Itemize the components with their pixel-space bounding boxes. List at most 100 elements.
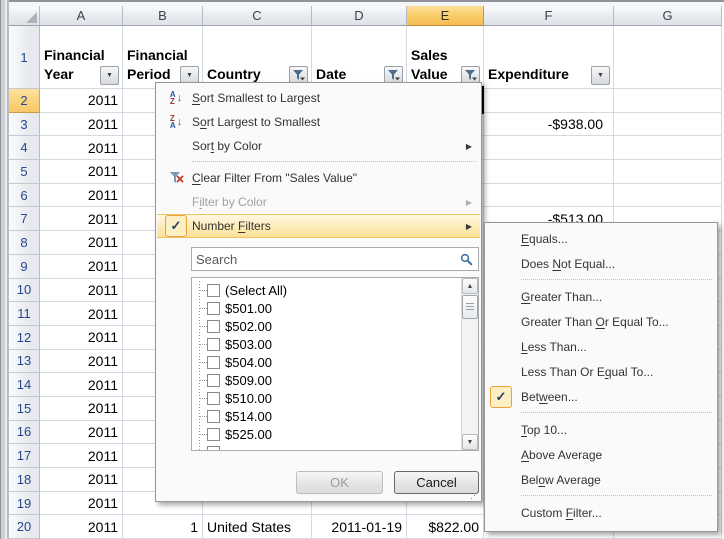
submenu-item-between[interactable]: ✓Between... [485,384,717,409]
cell-a16[interactable]: 2011 [40,421,123,445]
row-header-14[interactable]: 14 [9,373,40,397]
cell-a18[interactable]: 2011 [40,468,123,492]
cell-a13[interactable]: 2011 [40,350,123,374]
row-header-12[interactable]: 12 [9,326,40,350]
cell-f1-expenditure[interactable]: Expenditure ▼ [484,26,614,89]
filter-list-item-partial[interactable] [192,443,461,451]
row-header-18[interactable]: 18 [9,468,40,492]
filter-list-item[interactable]: $501.00 [192,299,461,317]
cell-g3[interactable] [614,113,722,137]
submenu-item-greater-than[interactable]: Greater Than... [485,284,717,309]
column-header-d[interactable]: D [312,6,407,26]
menu-item-number-filters[interactable]: ✓Number Filters▶ [157,214,480,238]
row-header-7[interactable]: 7 [9,207,40,231]
cell-a4[interactable]: 2011 [40,136,123,160]
submenu-item-greater-than-or-equal-to[interactable]: Greater Than Or Equal To... [485,309,717,334]
filter-list-item[interactable]: $514.00 [192,407,461,425]
cell-c20[interactable]: United States [203,515,312,539]
column-header-f[interactable]: F [484,6,614,26]
filter-list-item[interactable]: $510.00 [192,389,461,407]
column-header-c[interactable]: C [203,6,312,26]
resize-grip-icon[interactable]: ⋰ [470,490,479,501]
cell-b20[interactable]: 1 [123,515,203,539]
submenu-item-below-average[interactable]: Below Average [485,467,717,492]
cell-f2[interactable] [484,89,614,113]
row-header-20[interactable]: 20 [9,515,40,539]
row-header-10[interactable]: 10 [9,279,40,303]
menu-item-sort-by-color[interactable]: Sort by Color▶ [157,134,480,158]
scroll-up-button[interactable]: ▲ [462,278,478,294]
cell-e1-sales-value[interactable]: SalesValue [407,26,484,89]
row-header-13[interactable]: 13 [9,350,40,374]
cell-a17[interactable]: 2011 [40,444,123,468]
filter-search-box[interactable] [191,247,479,271]
search-icon[interactable] [460,253,473,266]
cell-a6[interactable]: 2011 [40,184,123,208]
checkbox-unchecked[interactable] [207,302,220,315]
checkbox-unchecked[interactable] [207,338,220,351]
filter-list-item[interactable]: $504.00 [192,353,461,371]
cell-f4[interactable] [484,136,614,160]
cell-f6[interactable] [484,184,614,208]
select-all-corner[interactable] [9,6,40,26]
cell-a2[interactable]: 2011 [40,89,123,113]
cell-a3[interactable]: 2011 [40,113,123,137]
checkbox-unchecked[interactable] [207,320,220,333]
checkbox-unchecked[interactable] [207,284,220,297]
column-header-b[interactable]: B [123,6,203,26]
cell-a5[interactable]: 2011 [40,160,123,184]
cell-a7[interactable]: 2011 [40,207,123,231]
cell-g5[interactable] [614,160,722,184]
cell-f5[interactable] [484,160,614,184]
cell-a15[interactable]: 2011 [40,397,123,421]
row-header-16[interactable]: 16 [9,421,40,445]
row-header-2[interactable]: 2 [9,89,40,113]
cell-c1-country[interactable]: Country [203,26,312,89]
submenu-item-equals[interactable]: Equals... [485,226,717,251]
cell-a1-financial-year[interactable]: FinancialYear ▼ [40,26,123,89]
row-header-3[interactable]: 3 [9,113,40,137]
row-header-6[interactable]: 6 [9,184,40,208]
checkbox-unchecked[interactable] [207,356,220,369]
submenu-item-custom-filter[interactable]: Custom Filter... [485,500,717,525]
search-input[interactable] [192,252,460,267]
cell-d20[interactable]: 2011-01-19 [312,515,407,539]
row-header-8[interactable]: 8 [9,231,40,255]
cell-a8[interactable]: 2011 [40,231,123,255]
submenu-item-top-10[interactable]: Top 10... [485,417,717,442]
ok-button[interactable]: OK [296,471,383,494]
checkbox-unchecked[interactable] [207,374,220,387]
row-header-11[interactable]: 11 [9,302,40,326]
cell-b1-financial-period[interactable]: FinancialPeriod ▼ [123,26,203,89]
cell-a19[interactable]: 2011 [40,492,123,516]
column-header-e-selected[interactable]: E [407,6,484,26]
filter-dropdown-button-a[interactable]: ▼ [100,66,119,85]
cell-g2[interactable] [614,89,722,113]
filter-dropdown-button-f[interactable]: ▼ [591,66,610,85]
submenu-item-less-than-or-equal-to[interactable]: Less Than Or Equal To... [485,359,717,384]
column-header-a[interactable]: A [40,6,123,26]
filter-list-item[interactable]: $525.00 [192,425,461,443]
menu-item-filter-by-color[interactable]: Filter by Color▶ [157,190,480,214]
row-header-19[interactable]: 19 [9,492,40,516]
filter-list-item[interactable]: $503.00 [192,335,461,353]
row-header-9[interactable]: 9 [9,255,40,279]
cancel-button[interactable]: Cancel [394,471,479,494]
row-header-15[interactable]: 15 [9,397,40,421]
filter-list-item[interactable]: $509.00 [192,371,461,389]
checkbox-unchecked[interactable] [207,392,220,405]
cell-a14[interactable]: 2011 [40,373,123,397]
cell-a20[interactable]: 2011 [40,515,123,539]
submenu-item-less-than[interactable]: Less Than... [485,334,717,359]
menu-item-sort-largest-to-smallest[interactable]: ZA↓Sort Largest to Smallest [157,110,480,134]
checkbox-unchecked[interactable] [207,410,220,423]
checkbox-unchecked[interactable] [207,446,220,452]
cell-g4[interactable] [614,136,722,160]
menu-item-clear-filter[interactable]: Clear Filter From "Sales Value" [157,166,480,190]
row-header-1[interactable]: 1 [9,26,40,89]
checkbox-unchecked[interactable] [207,428,220,441]
scroll-down-button[interactable]: ▼ [462,434,478,450]
cell-a10[interactable]: 2011 [40,279,123,303]
cell-e20[interactable]: $822.00 [407,515,484,539]
scrollbar-thumb[interactable] [462,295,478,319]
